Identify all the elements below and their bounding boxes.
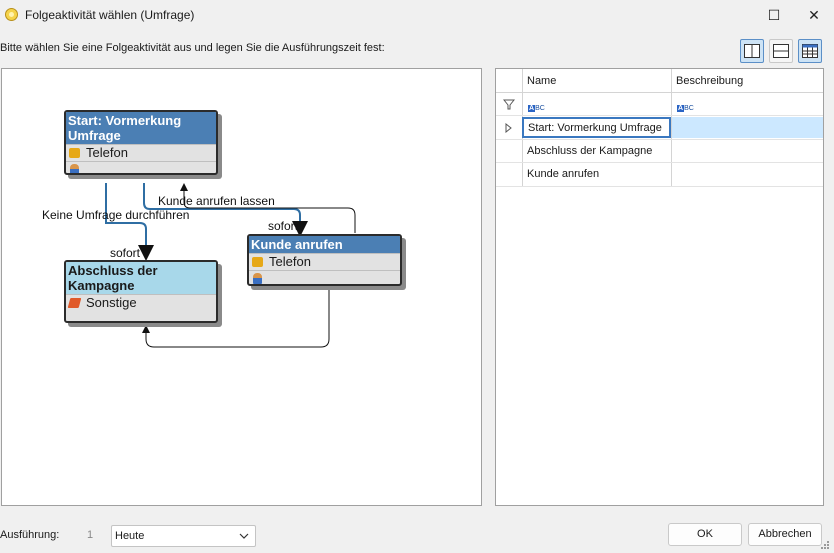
app-icon (5, 8, 18, 21)
edge-label-sofort: sofort (110, 246, 141, 260)
grid-row-name-selected[interactable]: Start: Vormerkung Umfrage (522, 117, 671, 138)
grid-only-button[interactable] (798, 39, 822, 63)
resize-grip-icon[interactable] (818, 538, 830, 550)
execution-number[interactable]: 1 (80, 525, 100, 545)
phone-icon (69, 148, 80, 158)
node-kunde-row-phone: Telefon (249, 253, 400, 270)
node-kunde-title: Kunde anrufen (249, 236, 400, 253)
node-start-title: Start: Vormerkung Umfrage (66, 112, 216, 144)
grid-row-description-selected[interactable] (672, 117, 823, 138)
misc-icon (67, 298, 82, 308)
column-header-name[interactable]: Name (523, 70, 671, 92)
edge-label-sofort: sofort (268, 219, 299, 233)
grid-only-icon (802, 44, 818, 58)
split-vertical-button[interactable] (740, 39, 764, 63)
node-kunde-activity: Telefon (269, 254, 311, 269)
split-vertical-icon (744, 44, 760, 58)
split-horizontal-icon (773, 44, 789, 58)
filter-icon[interactable] (503, 99, 515, 110)
node-abschluss-activity: Sonstige (86, 295, 137, 310)
title-bar: Folgeaktivität wählen (Umfrage) ☐ ✕ (0, 0, 834, 30)
activity-grid[interactable]: Name Beschreibung ABC ABC Start: Vormerk… (495, 68, 824, 506)
node-start-activity: Telefon (86, 145, 128, 160)
row-indicator-icon (505, 123, 512, 133)
node-kunde-row-person (249, 270, 400, 284)
edge-label-kunde-lassen: Kunde anrufen lassen (158, 194, 275, 208)
node-abschluss-title: Abschluss der Kampagne (66, 262, 216, 294)
node-abschluss[interactable]: Abschluss der Kampagne Sonstige (64, 260, 218, 323)
instruction-text: Bitte wählen Sie eine Folgeaktivität aus… (0, 42, 385, 54)
workflow-canvas[interactable]: Start: Vormerkung Umfrage Telefon Kunde … (1, 68, 482, 506)
execution-select-value: Heute (115, 530, 145, 542)
node-start-row-phone: Telefon (66, 144, 216, 161)
window-title: Folgeaktivität wählen (Umfrage) (25, 8, 195, 22)
close-button[interactable]: ✕ (794, 0, 834, 30)
node-abschluss-row-misc: Sonstige (66, 294, 216, 311)
ok-button[interactable]: OK (668, 523, 742, 546)
maximize-button[interactable]: ☐ (754, 0, 794, 30)
name-filter-abc-icon[interactable]: ABC (528, 99, 545, 113)
chevron-down-icon (239, 533, 249, 539)
edge-label-keine-umfrage: Keine Umfrage durchführen (42, 208, 190, 222)
phone-icon (252, 257, 263, 267)
description-filter-abc-icon[interactable]: ABC (677, 99, 694, 113)
column-header-description[interactable]: Beschreibung (672, 70, 822, 92)
node-start[interactable]: Start: Vormerkung Umfrage Telefon (64, 110, 218, 175)
split-horizontal-button[interactable] (769, 39, 793, 63)
execution-select[interactable]: Heute (111, 525, 256, 547)
node-kunde-anrufen[interactable]: Kunde anrufen Telefon (247, 234, 402, 286)
execution-label: Ausführung: (0, 529, 60, 541)
grid-row-name[interactable]: Abschluss der Kampagne (523, 140, 671, 162)
person-icon (253, 273, 262, 284)
person-icon (70, 164, 79, 173)
cancel-button[interactable]: Abbrechen (748, 523, 822, 546)
grid-row-name[interactable]: Kunde anrufen (523, 163, 671, 185)
node-start-row-person (66, 161, 216, 173)
